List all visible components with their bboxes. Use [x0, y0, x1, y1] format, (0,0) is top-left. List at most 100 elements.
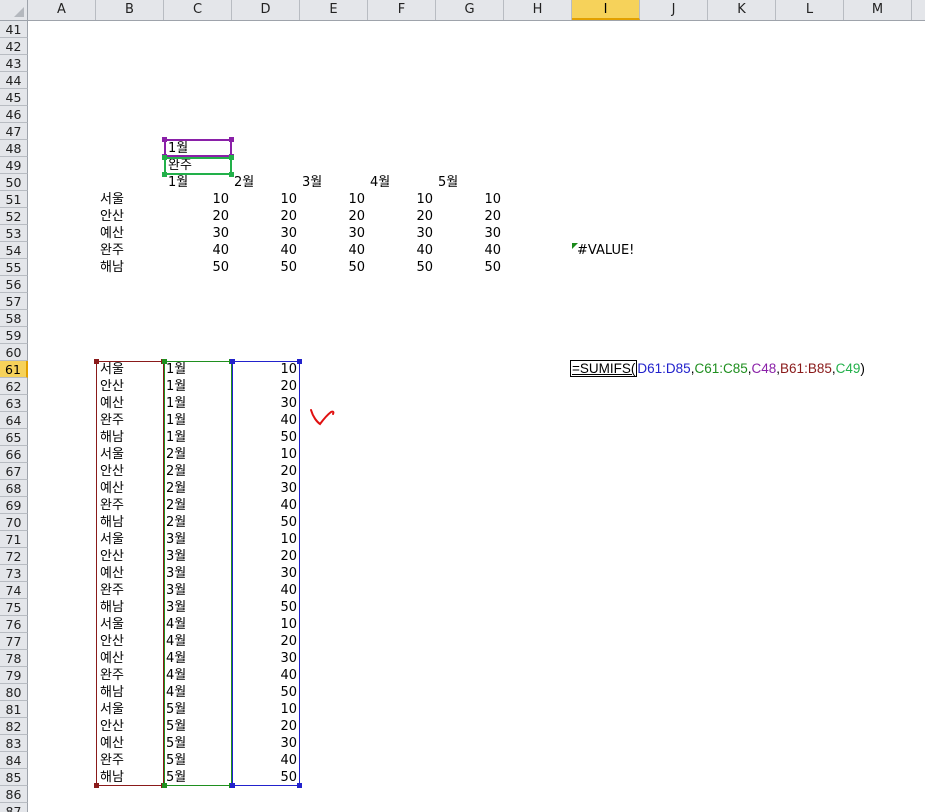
row-header-70[interactable]: 70: [0, 514, 28, 531]
row-header-65[interactable]: 65: [0, 429, 28, 446]
data-region-cell[interactable]: 서울: [100, 616, 124, 633]
data-month-cell[interactable]: 3월: [166, 548, 186, 565]
data-region-cell[interactable]: 안산: [100, 548, 124, 565]
data-region-cell[interactable]: 예산: [100, 395, 124, 412]
ref-box-c49-handle[interactable]: [162, 155, 167, 160]
data-region-cell[interactable]: 해남: [100, 514, 124, 531]
row-header-52[interactable]: 52: [0, 208, 28, 225]
row-header-71[interactable]: 71: [0, 531, 28, 548]
data-month-cell[interactable]: 1월: [166, 412, 186, 429]
row-header-87[interactable]: 87: [0, 803, 28, 812]
data-value-cell[interactable]: 40: [232, 582, 297, 599]
ref-box-c49-handle[interactable]: [229, 155, 234, 160]
data-month-cell[interactable]: 5월: [166, 735, 186, 752]
row-header-47[interactable]: 47: [0, 123, 28, 140]
data-region-cell[interactable]: 예산: [100, 565, 124, 582]
data-month-cell[interactable]: 3월: [166, 565, 186, 582]
summary-value-cell[interactable]: 30: [300, 225, 365, 242]
data-value-cell[interactable]: 50: [232, 514, 297, 531]
range-box-c61-c85-handle[interactable]: [162, 783, 167, 788]
data-value-cell[interactable]: 30: [232, 565, 297, 582]
row-header-78[interactable]: 78: [0, 650, 28, 667]
summary-value-cell[interactable]: 50: [232, 259, 297, 276]
range-box-b61-b85-handle[interactable]: [94, 783, 99, 788]
data-month-cell[interactable]: 1월: [166, 361, 186, 378]
row-header-56[interactable]: 56: [0, 276, 28, 293]
data-value-cell[interactable]: 50: [232, 769, 297, 786]
data-value-cell[interactable]: 10: [232, 446, 297, 463]
data-value-cell[interactable]: 30: [232, 395, 297, 412]
ref-box-c49-handle[interactable]: [162, 172, 167, 177]
data-month-cell[interactable]: 2월: [166, 514, 186, 531]
range-box-d61-d85-handle[interactable]: [230, 783, 235, 788]
data-month-cell[interactable]: 3월: [166, 582, 186, 599]
data-value-cell[interactable]: 50: [232, 429, 297, 446]
data-value-cell[interactable]: 30: [232, 735, 297, 752]
summary-value-cell[interactable]: 20: [164, 208, 229, 225]
column-header-a[interactable]: A: [28, 0, 96, 20]
column-header-i[interactable]: I: [572, 0, 640, 20]
range-box-d61-d85-handle[interactable]: [297, 783, 302, 788]
data-month-cell[interactable]: 5월: [166, 718, 186, 735]
row-header-69[interactable]: 69: [0, 497, 28, 514]
row-header-79[interactable]: 79: [0, 667, 28, 684]
row-header-59[interactable]: 59: [0, 327, 28, 344]
data-month-cell[interactable]: 5월: [166, 769, 186, 786]
summary-value-cell[interactable]: 20: [300, 208, 365, 225]
row-header-73[interactable]: 73: [0, 565, 28, 582]
column-header-e[interactable]: E: [300, 0, 368, 20]
data-month-cell[interactable]: 4월: [166, 650, 186, 667]
data-region-cell[interactable]: 완주: [100, 497, 124, 514]
data-month-cell[interactable]: 4월: [166, 616, 186, 633]
data-value-cell[interactable]: 20: [232, 463, 297, 480]
summary-value-cell[interactable]: 20: [232, 208, 297, 225]
row-header-41[interactable]: 41: [0, 21, 28, 38]
column-header-d[interactable]: D: [232, 0, 300, 20]
data-region-cell[interactable]: 완주: [100, 412, 124, 429]
data-value-cell[interactable]: 10: [232, 616, 297, 633]
row-header-58[interactable]: 58: [0, 310, 28, 327]
summary-value-cell[interactable]: 10: [436, 191, 501, 208]
data-value-cell[interactable]: 40: [232, 497, 297, 514]
row-header-83[interactable]: 83: [0, 735, 28, 752]
summary-value-cell[interactable]: 20: [368, 208, 433, 225]
row-header-60[interactable]: 60: [0, 344, 28, 361]
column-header-h[interactable]: H: [504, 0, 572, 20]
data-month-cell[interactable]: 3월: [166, 599, 186, 616]
row-header-67[interactable]: 67: [0, 463, 28, 480]
ref-box-c48-handle[interactable]: [229, 137, 234, 142]
range-box-c61-c85-handle[interactable]: [162, 359, 167, 364]
data-region-cell[interactable]: 서울: [100, 361, 124, 378]
row-header-49[interactable]: 49: [0, 157, 28, 174]
row-header-72[interactable]: 72: [0, 548, 28, 565]
data-value-cell[interactable]: 50: [232, 684, 297, 701]
row-header-53[interactable]: 53: [0, 225, 28, 242]
summary-value-cell[interactable]: 10: [232, 191, 297, 208]
row-header-45[interactable]: 45: [0, 89, 28, 106]
data-value-cell[interactable]: 10: [232, 361, 297, 378]
range-box-b61-b85-handle[interactable]: [94, 359, 99, 364]
error-value-cell[interactable]: #VALUE!: [577, 242, 634, 259]
row-header-84[interactable]: 84: [0, 752, 28, 769]
row-header-42[interactable]: 42: [0, 38, 28, 55]
select-all-corner[interactable]: [0, 0, 28, 20]
row-header-48[interactable]: 48: [0, 140, 28, 157]
data-value-cell[interactable]: 20: [232, 378, 297, 395]
row-header-43[interactable]: 43: [0, 55, 28, 72]
row-header-82[interactable]: 82: [0, 718, 28, 735]
row-header-50[interactable]: 50: [0, 174, 28, 191]
row-header-62[interactable]: 62: [0, 378, 28, 395]
summary-value-cell[interactable]: 40: [368, 242, 433, 259]
row-header-74[interactable]: 74: [0, 582, 28, 599]
formula-edit-cell[interactable]: =SUMIFS(D61:D85,C61:C85,C48,B61:B85,C49): [570, 360, 865, 377]
data-value-cell[interactable]: 40: [232, 752, 297, 769]
summary-value-cell[interactable]: 30: [232, 225, 297, 242]
row-header-68[interactable]: 68: [0, 480, 28, 497]
data-month-cell[interactable]: 1월: [166, 429, 186, 446]
summary-value-cell[interactable]: 50: [368, 259, 433, 276]
data-value-cell[interactable]: 30: [232, 480, 297, 497]
summary-value-cell[interactable]: 50: [300, 259, 365, 276]
column-header-b[interactable]: B: [96, 0, 164, 20]
data-region-cell[interactable]: 해남: [100, 429, 124, 446]
data-region-cell[interactable]: 예산: [100, 480, 124, 497]
